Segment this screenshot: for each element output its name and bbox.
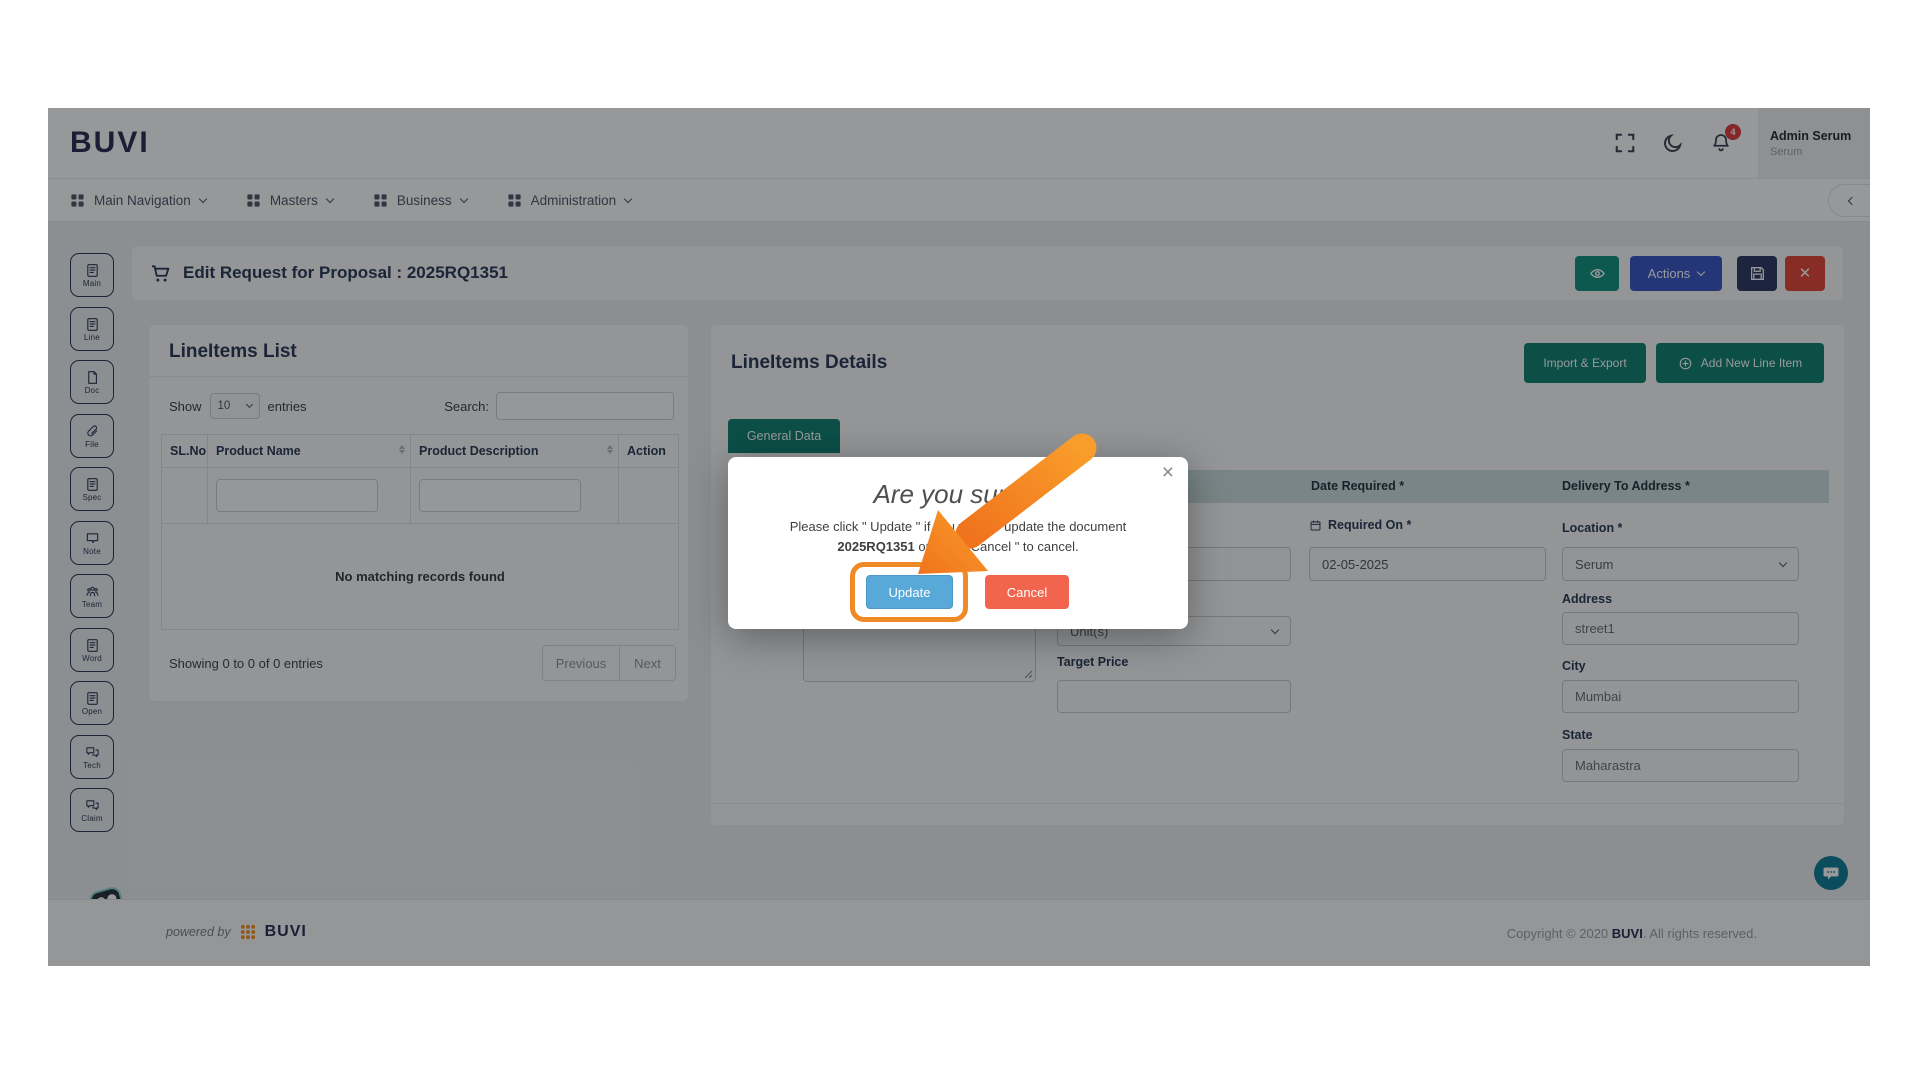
annotation-arrow bbox=[890, 430, 1110, 600]
app-window: BUVI 4 Admin Serum Serum Main Navigation bbox=[48, 108, 1870, 966]
close-icon[interactable]: × bbox=[1162, 461, 1174, 485]
